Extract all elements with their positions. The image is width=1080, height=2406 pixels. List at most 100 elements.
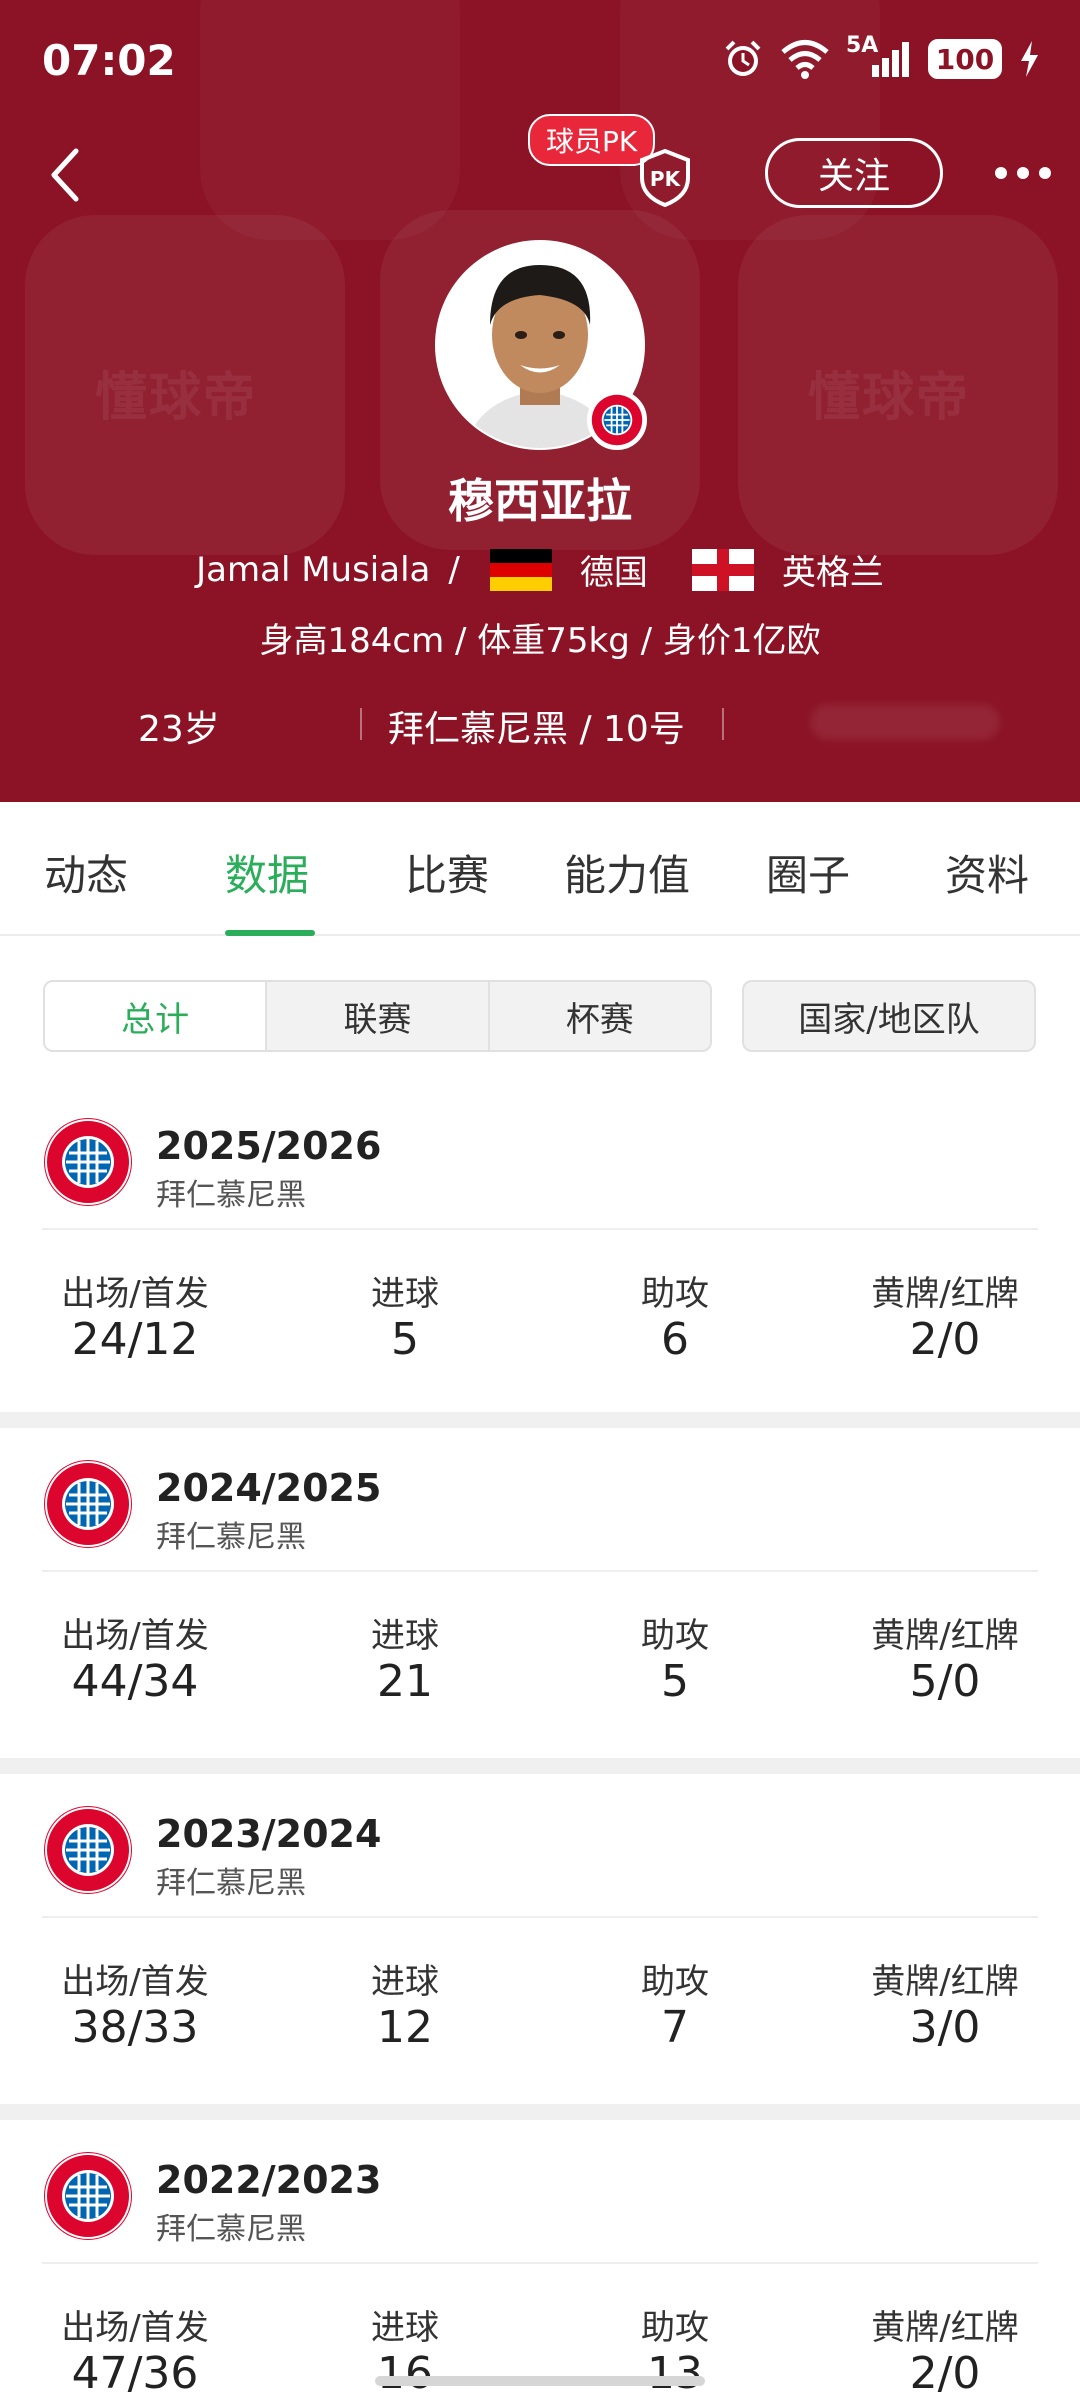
club-logo-icon [44,2152,132,2240]
value-cards: 2/0 [909,2348,981,2399]
pk-shield-icon: PK [640,148,690,208]
label-apps: 出场/首发 [61,1274,209,1314]
value-apps: 47/36 [71,2348,199,2399]
season-card[interactable]: 2024/2025 拜仁慕尼黑 出场/首发 进球 助攻 黄牌/红牌 44/34 … [0,1428,1080,1758]
label-assists: 助攻 [641,1616,709,1656]
label-apps: 出场/首发 [61,1962,209,2002]
competition-filter: 总计 联赛 杯赛 [43,980,712,1052]
season-card[interactable]: 2025/2026 拜仁慕尼黑 出场/首发 进球 助攻 黄牌/红牌 24/12 … [0,1086,1080,1416]
more-options-button[interactable] [995,158,1057,188]
dot-icon [995,167,1007,179]
battery-icon: 100 [928,39,1002,79]
follow-button[interactable]: 关注 [765,138,943,208]
value-assists: 6 [661,1314,689,1365]
england-flag-icon [691,548,754,591]
divider [42,1570,1038,1572]
player-avatar [435,240,647,450]
label-apps: 出场/首发 [61,2308,209,2348]
player-meta-row: 23岁 拜仁慕尼黑 / 10号 [0,700,1080,750]
label-assists: 助攻 [641,1274,709,1314]
divider [722,708,724,740]
label-goals: 进球 [371,1616,439,1656]
card-separator [0,2104,1080,2120]
status-icons: 5A 100 [722,33,1040,82]
player-age: 23岁 [138,709,220,750]
filter-league[interactable]: 联赛 [267,982,490,1050]
data-content: 总计 联赛 杯赛 国家/地区队 2025/2026 拜仁慕尼黑 出场/首发 进球… [0,936,1080,2406]
dot-icon [1017,167,1029,179]
pk-label: 球员PK [528,114,656,166]
tab-dynamics[interactable]: 动态 [44,842,128,903]
divider [360,708,362,740]
tab-circle[interactable]: 圈子 [766,842,850,903]
value-cards: 5/0 [909,1656,981,1707]
back-button[interactable] [46,145,86,205]
season-club: 拜仁慕尼黑 [156,1178,306,1213]
club-logo-icon [44,1460,132,1548]
filter-national-team[interactable]: 国家/地区队 [742,980,1036,1052]
player-pk-button[interactable]: 球员PK PK [528,114,690,208]
dot-icon [1039,167,1051,179]
player-physical: 身高184cm / 体重75kg / 身价1亿欧 [259,621,821,661]
value-cards: 2/0 [909,1314,981,1365]
label-cards: 黄牌/红牌 [871,1274,1019,1314]
tab-data[interactable]: 数据 [225,842,309,903]
season-year: 2022/2023 [156,2158,382,2202]
tab-profile[interactable]: 资料 [945,842,1029,903]
tab-bar: 动态 数据 比赛 能力值 圈子 资料 [0,802,1080,936]
value-goals: 12 [377,2002,433,2053]
label-cards: 黄牌/红牌 [871,2308,1019,2348]
label-goals: 进球 [371,1962,439,2002]
season-year: 2023/2024 [156,1812,382,1856]
signal-icon: 5A [846,33,912,79]
season-card[interactable]: 2022/2023 拜仁慕尼黑 出场/首发 进球 助攻 黄牌/红牌 47/36 … [0,2120,1080,2406]
card-separator [0,1412,1080,1428]
club-and-number[interactable]: 拜仁慕尼黑 / 10号 [388,700,685,752]
season-club: 拜仁慕尼黑 [156,1520,306,1555]
divider [42,1228,1038,1230]
season-year: 2024/2025 [156,1466,382,1510]
battery-level: 100 [935,42,995,76]
player-header: 懂球帝 懂球帝 07:02 5A 100 球员PK PK 关注 穆西亚拉 Jam… [0,0,1080,802]
name-separator: / [448,549,460,590]
alarm-icon [725,40,761,76]
card-separator [0,1758,1080,1774]
value-goals: 16 [377,2348,433,2399]
value-assists: 5 [661,1656,689,1707]
svg-text:PK: PK [650,167,682,191]
season-club: 拜仁慕尼黑 [156,2212,306,2247]
divider [42,2262,1038,2264]
status-time: 07:02 [42,36,176,85]
germany-flag-icon [489,548,552,591]
club-logo-icon [44,1118,132,1206]
value-assists: 7 [661,2002,689,2053]
club-badge-icon [587,390,647,450]
nationality-england: 英格兰 [781,553,884,593]
value-assists: 13 [647,2348,703,2399]
label-cards: 黄牌/红牌 [871,1962,1019,2002]
season-card[interactable]: 2023/2024 拜仁慕尼黑 出场/首发 进球 助攻 黄牌/红牌 38/33 … [0,1774,1080,2104]
label-assists: 助攻 [641,1962,709,2002]
value-apps: 24/12 [71,1314,199,1365]
club-logo-icon [44,1806,132,1894]
filter-cup[interactable]: 杯赛 [490,982,710,1050]
label-assists: 助攻 [641,2308,709,2348]
player-info-row: Jamal Musiala / 德国 英格兰 [0,545,1080,594]
value-apps: 38/33 [71,2002,199,2053]
value-cards: 3/0 [909,2002,981,2053]
label-goals: 进球 [371,2308,439,2348]
value-goals: 21 [377,1656,433,1707]
value-apps: 44/34 [71,1656,199,1707]
season-club: 拜仁慕尼黑 [156,1866,306,1901]
tab-ability[interactable]: 能力值 [564,842,690,903]
tab-matches[interactable]: 比赛 [405,842,489,903]
watermark-logo: 懂球帝 [808,368,971,428]
english-name: Jamal Musiala [196,549,431,590]
label-cards: 黄牌/红牌 [871,1616,1019,1656]
value-goals: 5 [391,1314,419,1365]
filter-total[interactable]: 总计 [45,982,268,1050]
label-apps: 出场/首发 [61,1616,209,1656]
player-name: 穆西亚拉 [448,474,632,528]
divider [42,1916,1038,1918]
label-goals: 进球 [371,1274,439,1314]
